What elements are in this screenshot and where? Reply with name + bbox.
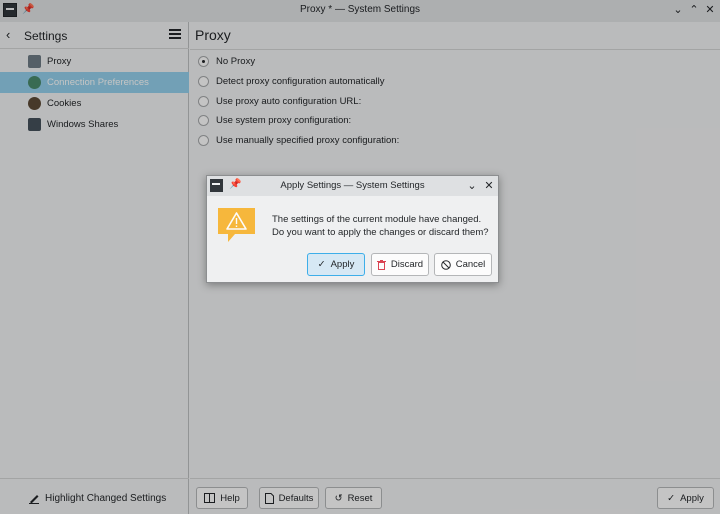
chevron-down-icon[interactable]: ⌄ — [466, 179, 478, 193]
dialog-apply-button[interactable]: ✓ Apply — [307, 253, 365, 276]
dialog-discard-label: Discard — [390, 259, 424, 270]
dialog-apply-label: Apply — [330, 259, 355, 270]
cancel-icon — [440, 259, 451, 270]
warning-icon — [218, 208, 255, 242]
dialog-message-line: Do you want to apply the changes or disc… — [272, 227, 489, 238]
dialog-cancel-label: Cancel — [455, 259, 486, 270]
dialog-title: Apply Settings — System Settings — [280, 180, 425, 191]
checkmark-icon: ✓ — [317, 259, 326, 270]
dialog-titlebar: 📌 Apply Settings — System Settings ⌄ ✕ — [207, 176, 498, 196]
close-icon[interactable]: ✕ — [483, 179, 495, 193]
dialog-message-line: The settings of the current module have … — [272, 214, 482, 225]
apply-settings-dialog: 📌 Apply Settings — System Settings ⌄ ✕ T… — [206, 175, 499, 283]
dialog-message: The settings of the current module have … — [272, 213, 494, 239]
dialog-discard-button[interactable]: Discard — [371, 253, 429, 276]
dialog-cancel-button[interactable]: Cancel — [434, 253, 492, 276]
trash-icon — [376, 259, 386, 270]
